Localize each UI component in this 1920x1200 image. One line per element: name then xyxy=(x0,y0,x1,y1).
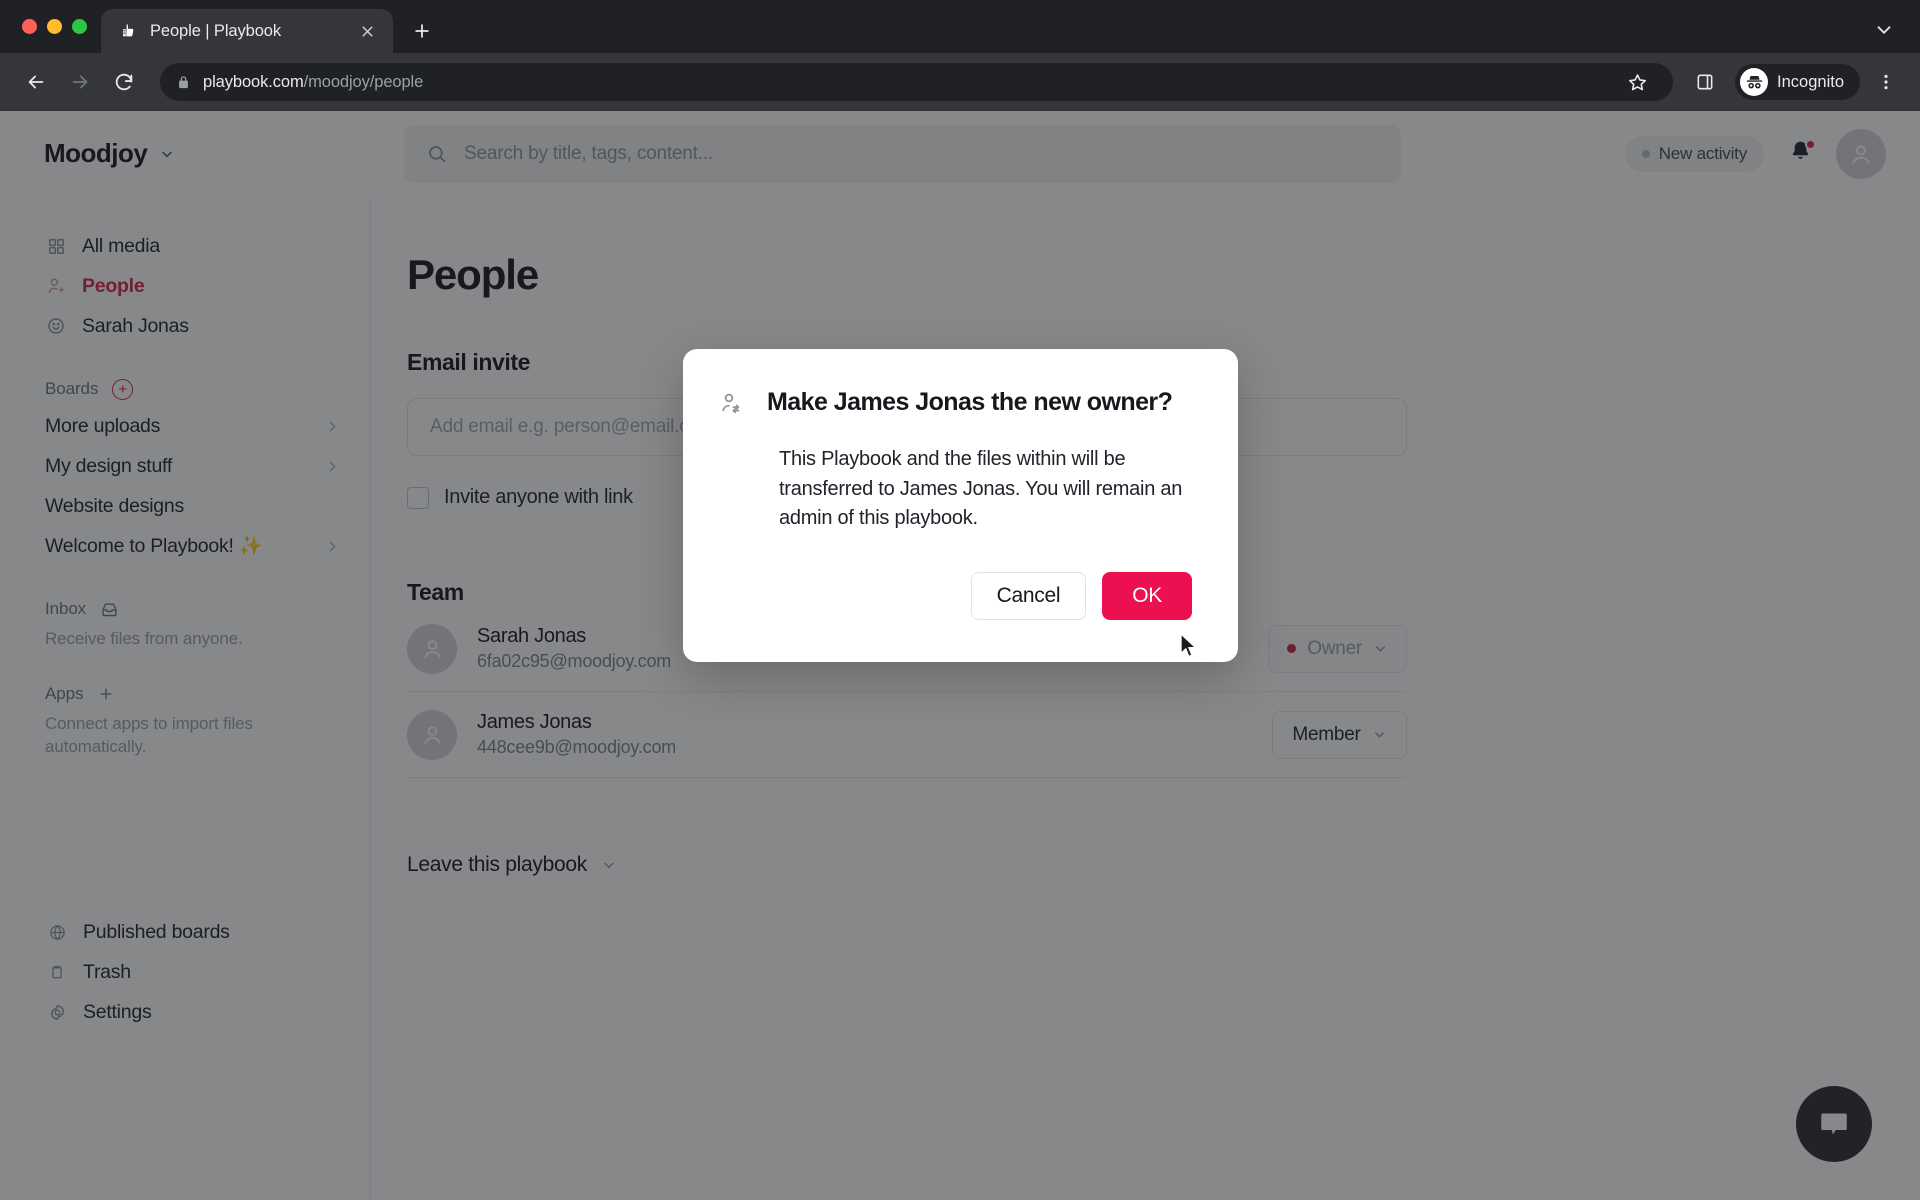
dialog-body: This Playbook and the files within will … xyxy=(779,448,1183,530)
close-icon[interactable] xyxy=(355,19,379,43)
new-tab-button[interactable] xyxy=(405,14,439,48)
address-bar[interactable]: playbook.com/moodjoy/people xyxy=(160,62,1674,102)
incognito-label: Incognito xyxy=(1777,72,1844,91)
dialog-title: Make James Jonas the new owner? xyxy=(767,388,1173,416)
transfer-ownership-dialog: Make James Jonas the new owner? This Pla… xyxy=(683,349,1238,662)
chevron-down-icon[interactable] xyxy=(1870,16,1898,44)
page-viewport: Moodjoy Search by title, tags, content..… xyxy=(0,111,1920,1200)
url-text: playbook.com/moodjoy/people xyxy=(203,73,423,92)
browser-toolbar: playbook.com/moodjoy/people Incognito xyxy=(0,53,1920,111)
cancel-button[interactable]: Cancel xyxy=(970,571,1087,620)
mouse-cursor xyxy=(1180,633,1198,658)
browser-tab[interactable]: People | Playbook xyxy=(101,9,393,53)
minimize-window-button[interactable] xyxy=(47,19,62,34)
hand-thumbsup-icon xyxy=(119,22,138,41)
tab-title: People | Playbook xyxy=(150,21,282,40)
tab-strip: People | Playbook xyxy=(0,0,1920,53)
person-switch-icon xyxy=(719,391,743,415)
ok-button[interactable]: OK xyxy=(1102,571,1192,620)
maximize-window-button[interactable] xyxy=(72,19,87,34)
dialog-actions: Cancel OK xyxy=(719,571,1192,620)
browser-window: People | Playbook playbook.com/moodjoy/p… xyxy=(0,0,1920,1200)
back-arrow-icon[interactable] xyxy=(16,62,56,102)
url-path: /moodjoy/people xyxy=(303,72,424,91)
window-controls[interactable] xyxy=(14,0,101,53)
incognito-hat-icon xyxy=(1740,68,1769,96)
url-domain: playbook.com xyxy=(203,72,304,91)
incognito-indicator[interactable]: Incognito xyxy=(1735,64,1860,100)
playbook-app: Moodjoy Search by title, tags, content..… xyxy=(0,111,1920,1200)
omnibox-actions xyxy=(1617,62,1657,102)
lock-icon xyxy=(176,75,191,90)
dialog-header: Make James Jonas the new owner? xyxy=(719,387,1192,417)
kebab-menu-icon[interactable] xyxy=(1868,64,1904,100)
forward-arrow-icon[interactable] xyxy=(60,62,100,102)
star-icon[interactable] xyxy=(1617,62,1657,102)
reload-icon[interactable] xyxy=(104,62,144,102)
close-window-button[interactable] xyxy=(22,19,37,34)
side-panel-icon[interactable] xyxy=(1685,62,1725,102)
